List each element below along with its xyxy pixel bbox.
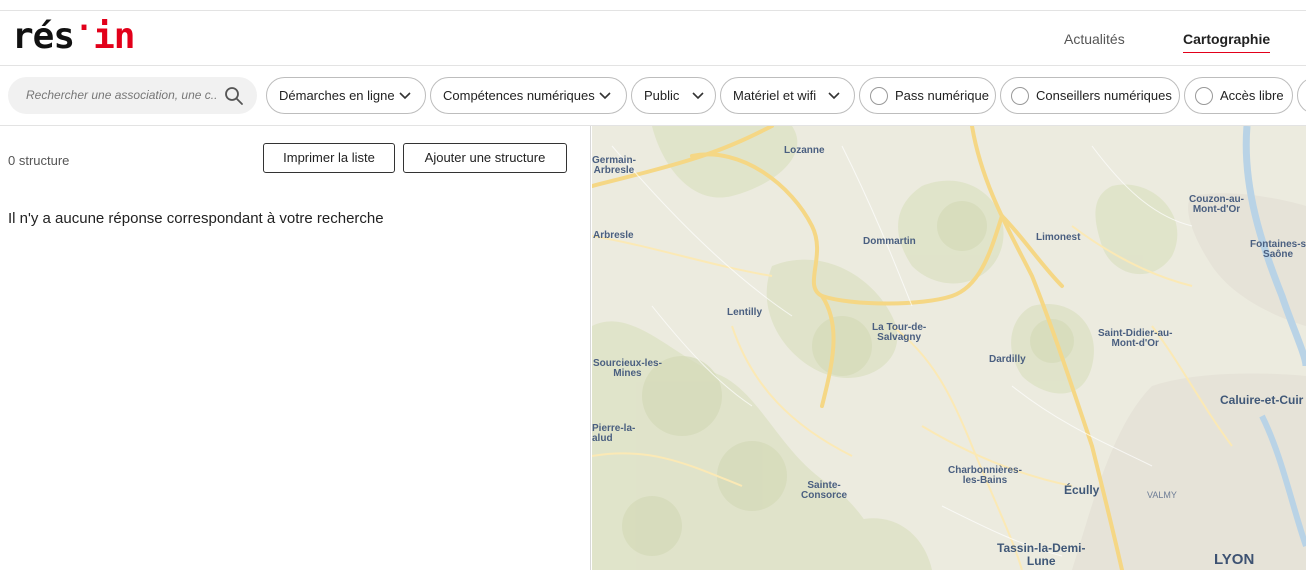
filter-conseillers-numeriques[interactable]: Conseillers numériques	[1000, 77, 1180, 114]
map-label-tassin: Tassin-la-Demi- Lune	[997, 541, 1086, 568]
logo-text-part1: rés	[12, 16, 75, 57]
filter-public[interactable]: Public	[631, 77, 716, 114]
chevron-down-icon	[692, 92, 704, 100]
filter-label: Pass numérique	[895, 88, 989, 103]
filter-pass-numerique[interactable]: Pass numérique	[859, 77, 996, 114]
map-label-valmy: VALMY	[1147, 490, 1177, 500]
search-icon[interactable]	[224, 86, 244, 106]
nav-actualites[interactable]: Actualités	[1064, 31, 1125, 47]
map-label-couzon: Couzon-au- Mont-d'Or	[1189, 194, 1244, 215]
map-label-arbresle: Arbresle	[593, 230, 634, 241]
logo-text-part2: in	[93, 16, 135, 57]
chevron-down-icon	[828, 92, 840, 100]
search-placeholder: Rechercher une association, une c...	[26, 88, 216, 102]
filter-label: Conseillers numériques	[1036, 88, 1172, 103]
filter-more[interactable]	[1297, 77, 1306, 114]
add-structure-button[interactable]: Ajouter une structure	[403, 143, 567, 173]
results-panel: 0 structure Imprimer la liste Ajouter un…	[0, 126, 591, 570]
filter-label: Compétences numériques	[443, 88, 595, 103]
search-input[interactable]: Rechercher une association, une c...	[8, 77, 257, 114]
print-list-button[interactable]: Imprimer la liste	[263, 143, 395, 173]
filter-bar: Rechercher une association, une c... Dém…	[0, 66, 1306, 126]
map-label-pierre-la-palud: Pierre-la-alud	[592, 423, 636, 444]
map-label-charbonnieres: Charbonnières-les-Bains	[948, 465, 1022, 486]
filter-label: Matériel et wifi	[733, 88, 817, 103]
filter-competences-numeriques[interactable]: Compétences numériques	[430, 77, 627, 114]
map-label-sourcieux: Sourcieux-les- Mines	[593, 358, 662, 379]
map-tiles	[592, 126, 1306, 570]
map-label-saint-didier: Saint-Didier-au- Mont-d'Or	[1098, 328, 1173, 349]
map[interactable]: Germain- Arbresle Lozanne Couzon-au- Mont-…	[592, 126, 1306, 570]
filter-materiel-et-wifi[interactable]: Matériel et wifi	[720, 77, 855, 114]
map-label-dardilly: Dardilly	[989, 354, 1026, 365]
map-label-lentilly: Lentilly	[727, 307, 763, 318]
filter-acces-libre[interactable]: Accès libre	[1184, 77, 1293, 114]
map-label-sainte-consorce: Sainte- Consorce	[801, 480, 848, 501]
filter-demarches-en-ligne[interactable]: Démarches en ligne	[266, 77, 426, 114]
map-label-germain-arbresle: Germain- Arbresle	[592, 155, 636, 176]
header: rés·in Actualités Cartographie	[0, 11, 1306, 66]
map-label-la-tour-de-salvagny: La Tour-de- Salvagny	[872, 322, 927, 343]
checkbox-circle[interactable]	[870, 87, 888, 105]
map-label-caluire: Caluire-et-Cuir	[1220, 393, 1304, 407]
filter-label: Public	[644, 88, 680, 103]
chevron-down-icon	[399, 92, 411, 100]
checkbox-circle[interactable]	[1011, 87, 1029, 105]
map-label-lozanne: Lozanne	[784, 145, 825, 156]
filter-label: Démarches en ligne	[279, 88, 395, 103]
map-label-dommartin: Dommartin	[863, 236, 916, 247]
empty-results-message: Il n'y a aucune réponse correspondant à …	[8, 210, 384, 227]
logo-dot: ·	[75, 11, 93, 46]
filter-label: Accès libre	[1220, 88, 1284, 103]
chevron-down-icon	[599, 92, 611, 100]
map-label-limonest: Limonest	[1036, 232, 1081, 243]
results-count: 0 structure	[8, 153, 70, 168]
map-label-lyon: LYON	[1214, 551, 1255, 568]
map-label-ecully: Écully	[1064, 483, 1100, 497]
nav-cartographie[interactable]: Cartographie	[1183, 31, 1271, 53]
logo[interactable]: rés·in	[12, 11, 135, 59]
checkbox-circle[interactable]	[1195, 87, 1213, 105]
map-label-fontaines: Fontaines-s Saône	[1250, 239, 1306, 260]
